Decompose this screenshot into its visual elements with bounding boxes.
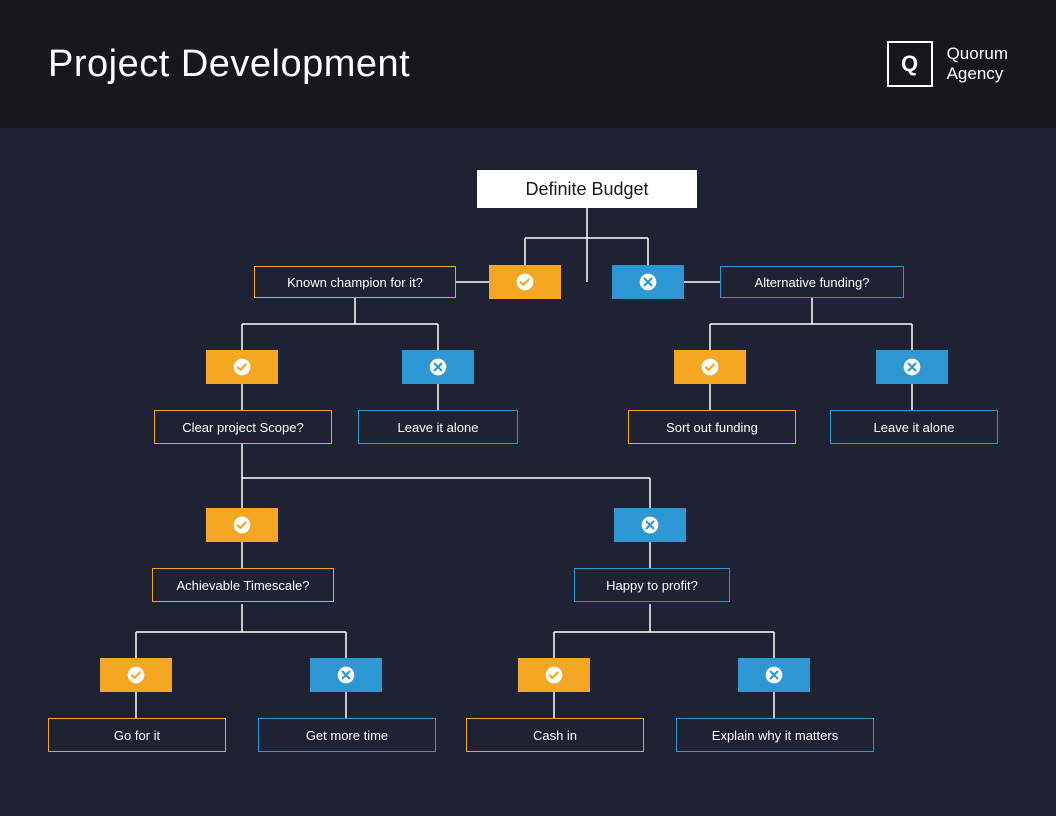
node-timescale-question: Achievable Timescale?	[152, 568, 334, 602]
cross-icon	[764, 665, 784, 685]
chip-scope-yes	[206, 508, 278, 542]
chip-definite-no	[612, 265, 684, 299]
node-happy-profit-question: Happy to profit?	[574, 568, 730, 602]
brand: Q Quorum Agency	[887, 41, 1008, 87]
diagram: Definite Budget Known champion for it? A…	[0, 128, 1056, 816]
chip-profit-no	[738, 658, 810, 692]
node-champion-question: Known champion for it?	[254, 266, 456, 298]
node-cash-in: Cash in	[466, 718, 644, 752]
check-icon	[544, 665, 564, 685]
node-leave-alone-2: Leave it alone	[830, 410, 998, 444]
node-root: Definite Budget	[477, 170, 697, 208]
chip-definite-yes	[489, 265, 561, 299]
brand-logo-letter: Q	[901, 51, 918, 77]
node-clear-scope-question: Clear project Scope?	[154, 410, 332, 444]
cross-icon	[902, 357, 922, 377]
chip-profit-yes	[518, 658, 590, 692]
cross-icon	[638, 272, 658, 292]
header: Project Development Q Quorum Agency	[0, 0, 1056, 128]
chip-timescale-no	[310, 658, 382, 692]
chip-altfund-no	[876, 350, 948, 384]
page-title: Project Development	[48, 43, 410, 86]
node-leave-alone-1: Leave it alone	[358, 410, 518, 444]
node-get-more-time: Get more time	[258, 718, 436, 752]
chip-scope-no	[614, 508, 686, 542]
node-sort-funding: Sort out funding	[628, 410, 796, 444]
cross-icon	[336, 665, 356, 685]
node-alt-funding-question: Alternative funding?	[720, 266, 904, 298]
cross-icon	[428, 357, 448, 377]
check-icon	[700, 357, 720, 377]
chip-champion-yes	[206, 350, 278, 384]
brand-line2: Agency	[947, 64, 1008, 84]
chip-timescale-yes	[100, 658, 172, 692]
cross-icon	[640, 515, 660, 535]
page: Project Development Q Quorum Agency	[0, 0, 1056, 816]
chip-altfund-yes	[674, 350, 746, 384]
check-icon	[232, 515, 252, 535]
check-icon	[515, 272, 535, 292]
check-icon	[232, 357, 252, 377]
check-icon	[126, 665, 146, 685]
connectors	[0, 128, 1056, 816]
brand-text: Quorum Agency	[947, 44, 1008, 83]
node-explain-matters: Explain why it matters	[676, 718, 874, 752]
chip-champion-no	[402, 350, 474, 384]
node-go-for-it: Go for it	[48, 718, 226, 752]
brand-line1: Quorum	[947, 44, 1008, 64]
brand-logo: Q	[887, 41, 933, 87]
